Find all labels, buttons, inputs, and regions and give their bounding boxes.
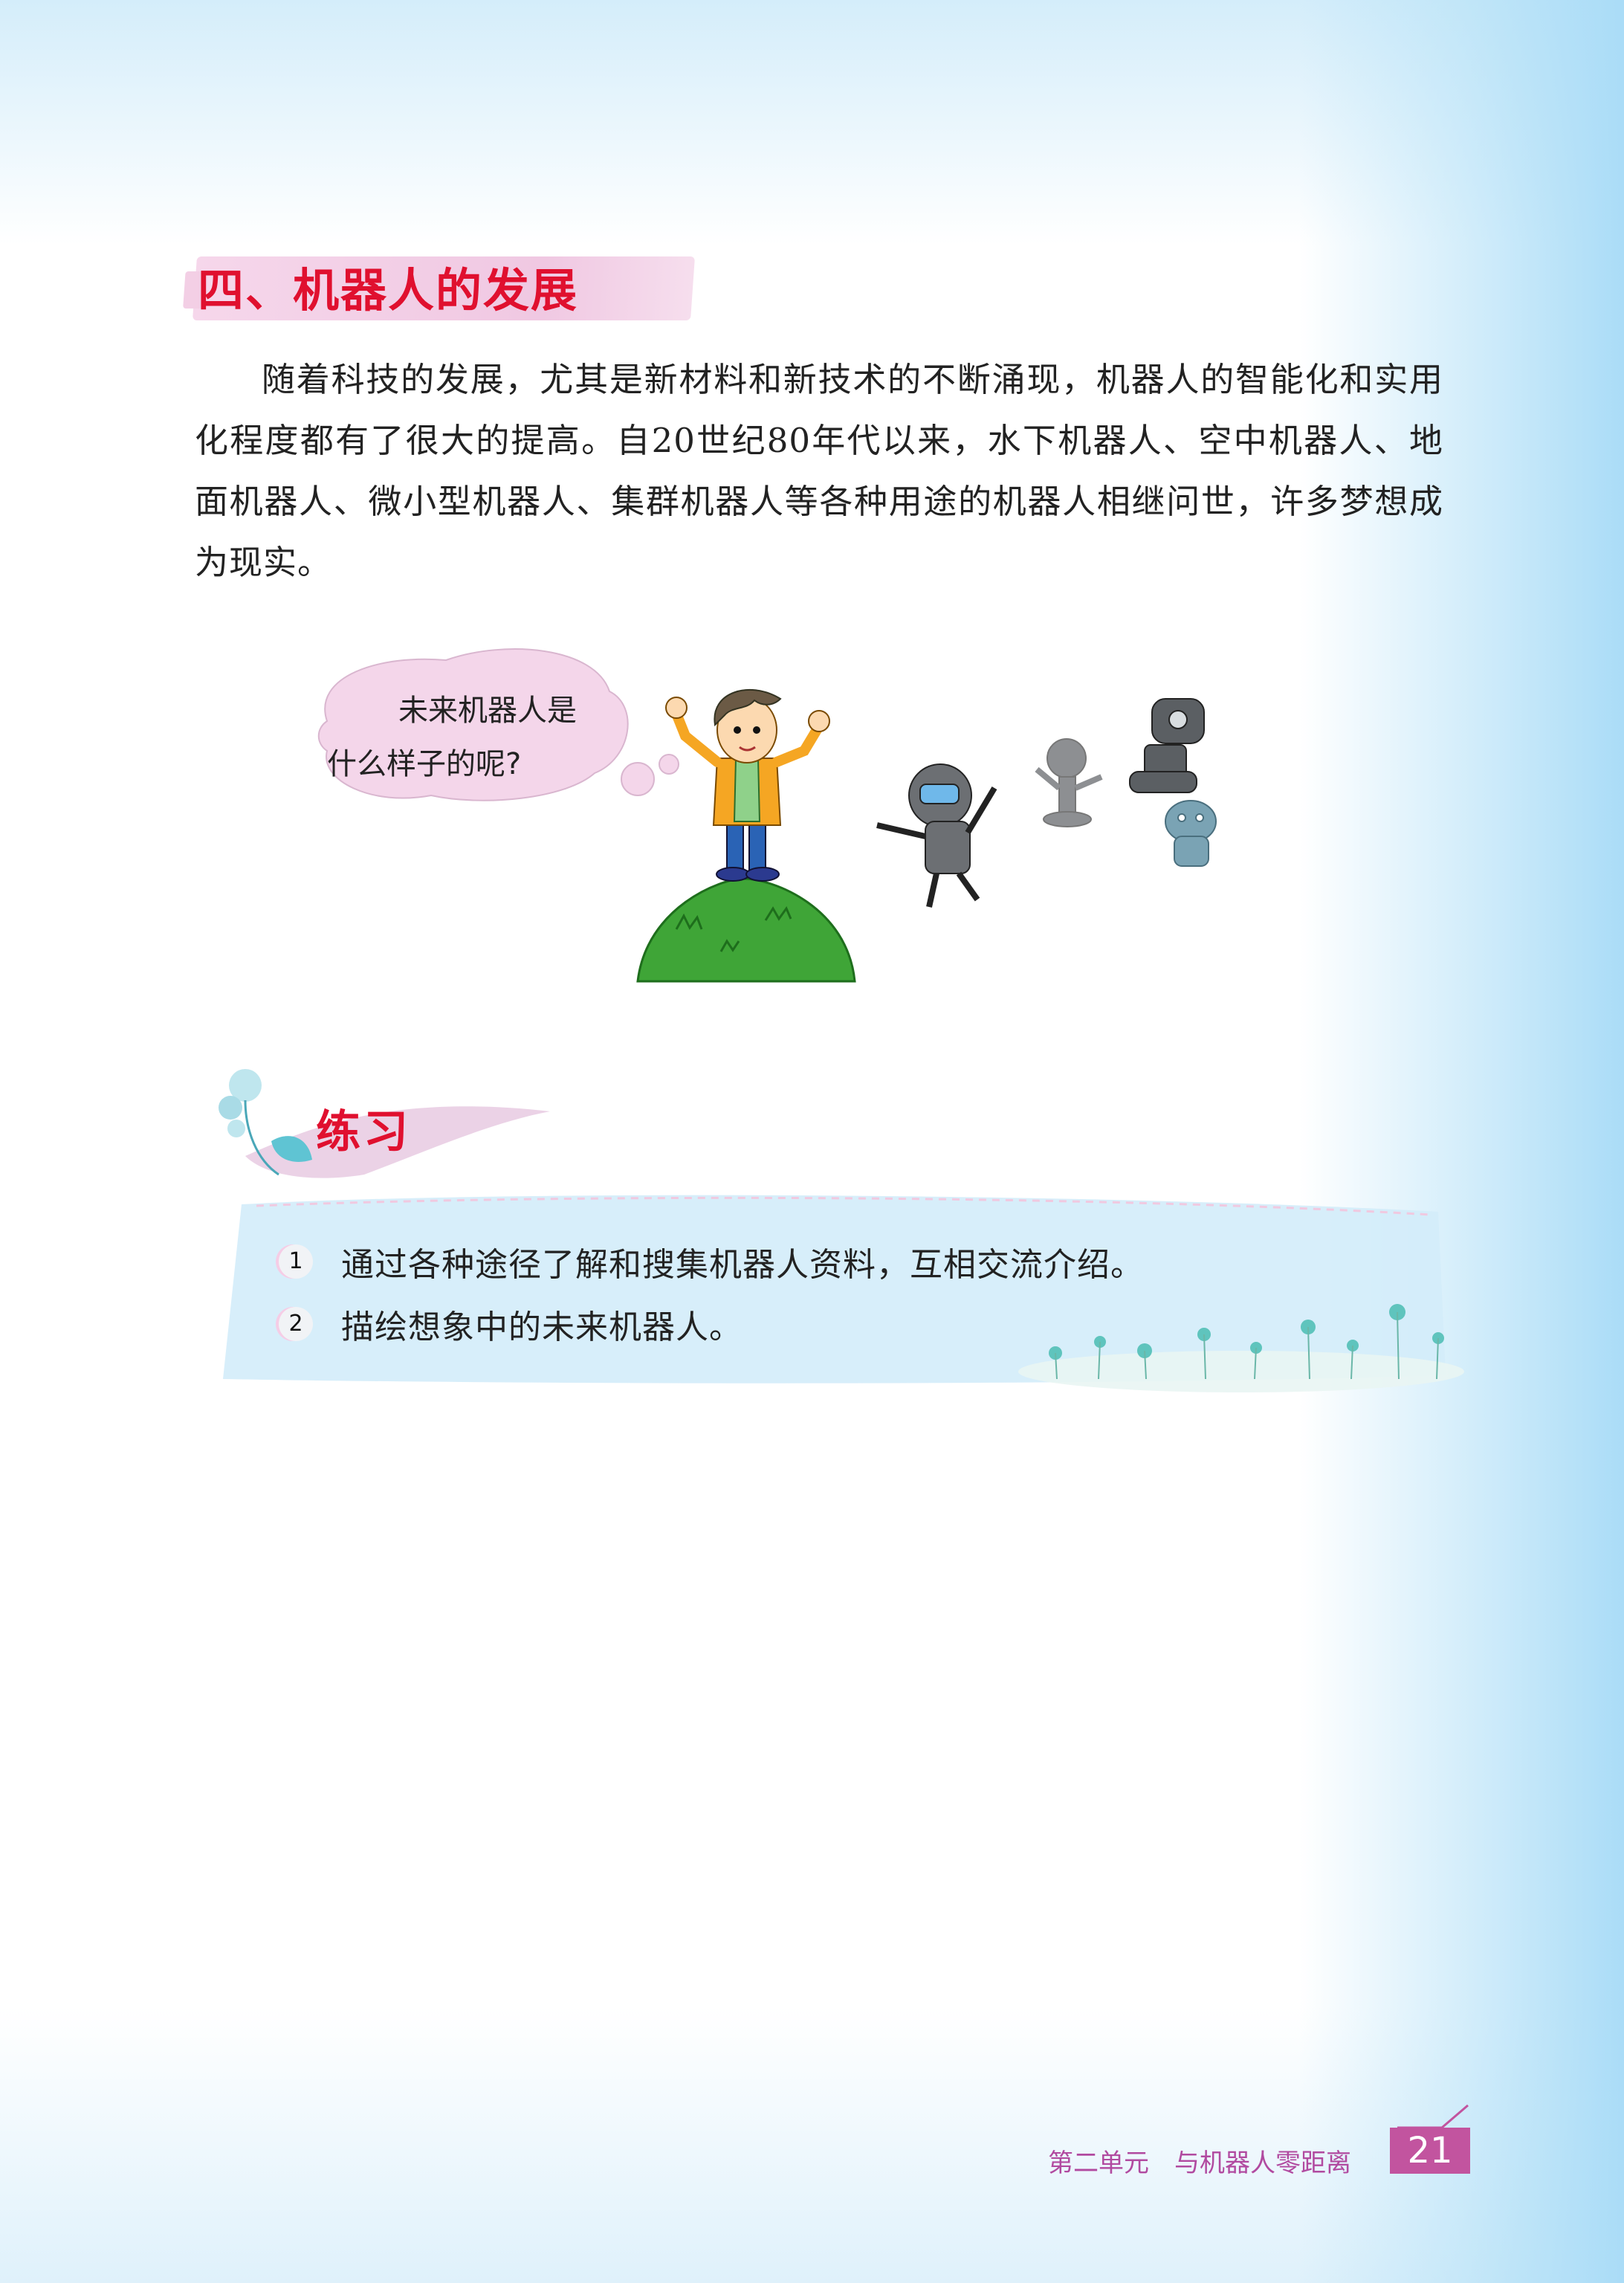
practice-title: 练习	[316, 1106, 411, 1158]
boy-and-robots-illustration	[636, 688, 1217, 983]
item-number: 2	[279, 1307, 313, 1341]
body-paragraph: 随着科技的发展，尤其是新材料和新技术的不断涌现，机器人的智能化和实用化程度都有了…	[195, 360, 1443, 582]
item-text: 通过各种途径了解和搜集机器人资料，互相交流介绍。	[341, 1246, 1144, 1284]
bubble-line-2: 什么样子的呢?	[327, 747, 522, 781]
robot-4	[1165, 800, 1217, 867]
bubble-line-1: 未来机器人是	[398, 694, 577, 728]
bubble-text: 未来机器人是 什么样子的呢?	[327, 684, 609, 791]
robot-1	[876, 763, 997, 908]
grass-hill	[636, 877, 856, 983]
footer-unit: 第二单元 与机器人零距离	[1048, 2148, 1351, 2178]
flowers-decoration	[1018, 1304, 1464, 1392]
item-number: 1	[279, 1244, 313, 1279]
robot-3	[1129, 698, 1205, 793]
page-number: 21	[1390, 2128, 1470, 2174]
section-heading: 四、机器人的发展	[198, 263, 579, 317]
boy	[665, 688, 830, 882]
robot-2	[1035, 738, 1103, 827]
item-text: 描绘想象中的未来机器人。	[341, 1308, 743, 1346]
